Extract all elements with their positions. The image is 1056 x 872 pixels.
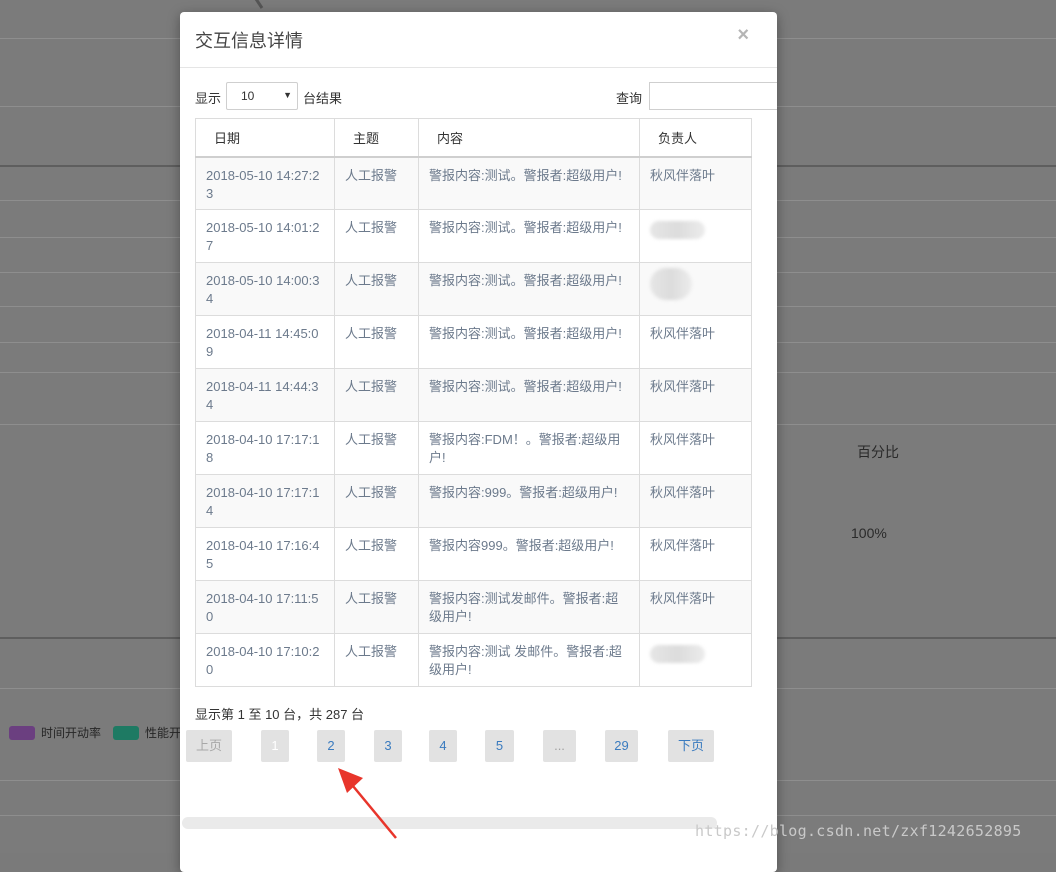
column-header-content[interactable]: 内容 [418, 118, 640, 158]
cell-topic: 人工报警 [334, 262, 419, 316]
page-button-3[interactable]: 3 [374, 730, 402, 762]
modal-header: 交互信息详情 × [180, 12, 777, 68]
cell-owner [639, 209, 752, 263]
column-header-topic[interactable]: 主题 [334, 118, 419, 158]
cell-owner: 秋风伴落叶 [639, 474, 752, 528]
page-button-1[interactable]: 1 [261, 730, 289, 762]
modal-title: 交互信息详情 [195, 31, 303, 51]
cell-content: 警报内容:测试。警报者:超级用户! [418, 315, 640, 369]
page-length-value: 10 [241, 89, 255, 103]
prev-page-button[interactable]: 上页 [186, 730, 232, 762]
table-header-row: 日期 主题 内容 负责人 [195, 118, 752, 158]
page-button-last[interactable]: 29 [605, 730, 638, 762]
table-row: 2018-04-11 14:45:09 人工报警 警报内容:测试。警报者:超级用… [195, 315, 752, 369]
column-header-date[interactable]: 日期 [195, 118, 335, 158]
legend-swatch [9, 725, 35, 740]
cell-date: 2018-04-11 14:45:09 [195, 315, 335, 369]
column-header-owner[interactable]: 负责人 [639, 118, 752, 158]
cell-date: 2018-05-10 14:01:27 [195, 209, 335, 263]
percent-label: 百分比 [857, 444, 899, 460]
cell-owner [639, 633, 752, 687]
search-label: 查询 [616, 91, 643, 106]
redacted-owner [650, 221, 705, 239]
cell-date: 2018-05-10 14:27:23 [195, 156, 335, 210]
cell-owner: 秋风伴落叶 [639, 315, 752, 369]
chart-legend: 时间开动率 性能开 [9, 724, 181, 741]
table-row: 2018-05-10 14:00:34 人工报警 警报内容:测试。警报者:超级用… [195, 262, 752, 316]
cell-date: 2018-04-10 17:10:20 [195, 633, 335, 687]
table-row: 2018-05-10 14:01:27 人工报警 警报内容:测试。警报者:超级用… [195, 209, 752, 263]
cell-topic: 人工报警 [334, 527, 419, 581]
table-row: 2018-05-10 14:27:23 人工报警 警报内容:测试。警报者:超级用… [195, 156, 752, 210]
legend-swatch [113, 725, 140, 740]
records-table: 日期 主题 内容 负责人 2018-05-10 14:27:23 人工报警 警报… [195, 118, 752, 687]
cell-date: 2018-04-11 14:44:34 [195, 368, 335, 422]
cell-topic: 人工报警 [334, 421, 419, 475]
cell-date: 2018-04-10 17:11:50 [195, 580, 335, 634]
table-row: 2018-04-10 17:16:45 人工报警 警报内容999。警报者:超级用… [195, 527, 752, 581]
cell-content: 警报内容:测试。警报者:超级用户! [418, 209, 640, 263]
page-button-4[interactable]: 4 [429, 730, 457, 762]
cell-date: 2018-05-10 14:00:34 [195, 262, 335, 316]
cell-topic: 人工报警 [334, 580, 419, 634]
caret-down-icon: ▼ [283, 90, 292, 100]
cell-content: 警报内容999。警报者:超级用户! [418, 527, 640, 581]
page-length-select[interactable]: 10 ▼ [226, 82, 298, 110]
page-button-5[interactable]: 5 [485, 730, 514, 762]
search-input[interactable] [649, 82, 777, 110]
cell-content: 警报内容:测试。警报者:超级用户! [418, 368, 640, 422]
horizontal-scrollbar[interactable] [182, 817, 717, 829]
red-annotation-arrow-icon [338, 768, 397, 839]
interaction-detail-modal: 交互信息详情 × 显示 10 ▼ 台结果 查询 日期 主题 内容 负责人 201… [180, 12, 777, 872]
page-ellipsis: ... [543, 730, 576, 762]
cell-content: 警报内容:测试。警报者:超级用户! [418, 262, 640, 316]
cell-date: 2018-04-10 17:17:14 [195, 474, 335, 528]
cell-content: 警报内容:999。警报者:超级用户! [418, 474, 640, 528]
cell-owner: 秋风伴落叶 [639, 421, 752, 475]
cell-owner [639, 262, 752, 316]
cell-topic: 人工报警 [334, 156, 419, 210]
cell-content: 警报内容:测试发邮件。警报者:超级用户! [418, 580, 640, 634]
back-arrow-icon [254, 0, 264, 9]
cell-topic: 人工报警 [334, 474, 419, 528]
redacted-owner [650, 268, 692, 300]
cell-topic: 人工报警 [334, 315, 419, 369]
cell-content: 警报内容:测试 发邮件。警报者:超级用户! [418, 633, 640, 687]
cell-topic: 人工报警 [334, 368, 419, 422]
redacted-owner [650, 645, 705, 663]
cell-content: 警报内容:测试。警报者:超级用户! [418, 156, 640, 210]
table-row: 2018-04-10 17:10:20 人工报警 警报内容:测试 发邮件。警报者… [195, 633, 752, 687]
close-icon[interactable]: × [737, 24, 749, 47]
next-page-button[interactable]: 下页 [668, 730, 714, 762]
percent-value: 100% [851, 525, 887, 541]
length-label: 显示 [195, 91, 222, 106]
cell-topic: 人工报警 [334, 209, 419, 263]
cell-content: 警报内容:FDM！。警报者:超级用户! [418, 421, 640, 475]
cell-owner: 秋风伴落叶 [639, 368, 752, 422]
cell-date: 2018-04-10 17:17:18 [195, 421, 335, 475]
table-row: 2018-04-10 17:17:18 人工报警 警报内容:FDM！。警报者:超… [195, 421, 752, 475]
table-row: 2018-04-10 17:17:14 人工报警 警报内容:999。警报者:超级… [195, 474, 752, 528]
cell-topic: 人工报警 [334, 633, 419, 687]
table-row: 2018-04-11 14:44:34 人工报警 警报内容:测试。警报者:超级用… [195, 368, 752, 422]
cell-owner: 秋风伴落叶 [639, 527, 752, 581]
cell-owner: 秋风伴落叶 [639, 580, 752, 634]
length-suffix: 台结果 [303, 91, 343, 106]
table-row: 2018-04-10 17:11:50 人工报警 警报内容:测试发邮件。警报者:… [195, 580, 752, 634]
cell-owner: 秋风伴落叶 [639, 156, 752, 210]
table-toolbar: 显示 10 ▼ 台结果 查询 [195, 82, 777, 112]
legend-label: 时间开动率 [41, 726, 102, 740]
watermark: https://blog.csdn.net/zxf1242652895 [695, 822, 1022, 840]
cell-date: 2018-04-10 17:16:45 [195, 527, 335, 581]
table-info: 显示第 1 至 10 台，共 287 台 [195, 707, 365, 722]
page-button-2[interactable]: 2 [317, 730, 345, 762]
legend-label: 性能开 [145, 726, 182, 740]
